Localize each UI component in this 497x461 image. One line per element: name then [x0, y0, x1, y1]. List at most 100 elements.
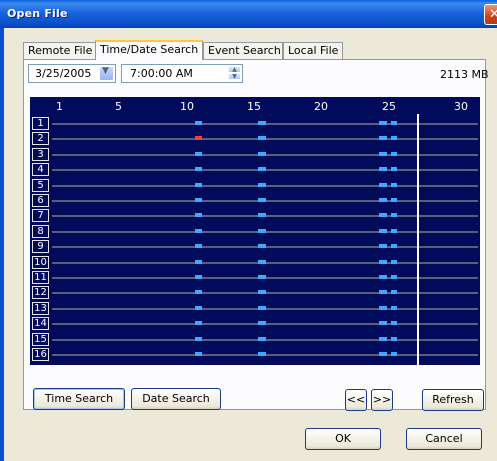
recording-mark[interactable] [379, 352, 387, 356]
recording-mark[interactable] [195, 244, 202, 249]
cancel-button[interactable]: Cancel [406, 428, 482, 450]
channel-row[interactable]: 11 [32, 271, 478, 284]
recording-mark[interactable] [195, 259, 202, 264]
recording-mark[interactable] [258, 198, 266, 202]
recording-mark[interactable] [258, 305, 266, 310]
channel-row[interactable]: 13 [32, 301, 478, 315]
channel-row[interactable]: 8 [32, 224, 478, 238]
recording-mark[interactable] [391, 182, 397, 187]
recording-mark[interactable] [379, 167, 387, 172]
recording-mark[interactable] [391, 275, 397, 279]
recording-mark[interactable] [379, 244, 387, 249]
channel-row[interactable]: 7 [32, 209, 478, 223]
recording-mark[interactable] [391, 228, 397, 233]
channel-row[interactable]: 3 [32, 147, 478, 161]
recording-mark[interactable] [379, 151, 387, 156]
recording-mark[interactable] [391, 151, 397, 156]
recording-mark[interactable] [258, 290, 266, 295]
recording-mark[interactable] [195, 182, 202, 187]
recording-mark[interactable] [379, 321, 387, 326]
refresh-button[interactable]: Refresh [422, 389, 484, 411]
recording-mark[interactable] [379, 336, 387, 341]
recording-mark[interactable] [391, 305, 397, 310]
recording-mark[interactable] [391, 213, 397, 218]
recording-mark[interactable] [195, 290, 202, 295]
close-button[interactable]: ✕ [484, 4, 497, 25]
recording-mark[interactable] [195, 198, 202, 202]
channel-row[interactable]: 14 [32, 317, 478, 331]
recording-mark[interactable] [391, 352, 397, 356]
recording-mark[interactable] [379, 290, 387, 295]
recording-mark[interactable] [258, 182, 266, 187]
recording-mark[interactable] [195, 213, 202, 218]
recording-mark[interactable] [258, 336, 266, 341]
channel-row[interactable]: 1 [32, 117, 478, 130]
tab-time-date-search[interactable]: Time/Date Search [95, 40, 203, 60]
recording-mark[interactable] [379, 305, 387, 310]
channel-row[interactable]: 16 [32, 348, 478, 361]
recording-mark[interactable] [391, 321, 397, 326]
tab-local-file[interactable]: Local File [283, 42, 343, 59]
time-cursor[interactable] [417, 114, 419, 365]
tab-event-search[interactable]: Event Search [203, 42, 283, 59]
recording-mark[interactable] [258, 321, 266, 326]
tab-remote-file[interactable]: Remote File [23, 42, 96, 59]
recording-mark[interactable] [379, 121, 387, 125]
channel-row[interactable]: 12 [32, 286, 478, 300]
time-field[interactable]: 7:00:00 AM ▲ ▼ [121, 64, 243, 83]
channel-row[interactable]: 6 [32, 194, 478, 207]
recording-mark[interactable] [195, 352, 202, 356]
channel-row[interactable]: 10 [32, 255, 478, 269]
channel-row[interactable]: 2 [32, 132, 478, 146]
recording-mark[interactable] [195, 167, 202, 172]
recording-mark[interactable] [195, 336, 202, 341]
recording-mark[interactable] [379, 198, 387, 202]
recording-mark[interactable] [391, 136, 397, 141]
chevron-down-icon[interactable]: ▼ [99, 66, 114, 81]
channel-row[interactable]: 5 [32, 178, 478, 192]
recording-mark[interactable] [379, 275, 387, 279]
title-bar[interactable]: Open File ✕ [0, 0, 497, 28]
recording-mark[interactable] [258, 151, 266, 156]
channel-row[interactable]: 15 [32, 332, 478, 346]
prev-button[interactable]: << [345, 389, 367, 411]
recording-mark[interactable] [195, 151, 202, 156]
spin-down-icon[interactable]: ▼ [228, 73, 241, 80]
recording-mark[interactable] [195, 121, 202, 125]
recording-mark[interactable] [391, 259, 397, 264]
recording-mark[interactable] [391, 244, 397, 249]
recording-mark[interactable] [195, 275, 202, 279]
alarm-recording-mark[interactable] [195, 136, 202, 141]
recording-mark[interactable] [258, 167, 266, 172]
recording-mark[interactable] [379, 228, 387, 233]
recording-mark[interactable] [195, 321, 202, 326]
recording-mark[interactable] [391, 121, 397, 125]
recording-mark[interactable] [258, 228, 266, 233]
recording-mark[interactable] [195, 228, 202, 233]
spin-up-icon[interactable]: ▲ [228, 66, 241, 73]
recording-mark[interactable] [391, 198, 397, 202]
recording-mark[interactable] [391, 290, 397, 295]
recording-mark[interactable] [258, 121, 266, 125]
channel-row[interactable]: 9 [32, 240, 478, 254]
recording-mark[interactable] [258, 275, 266, 279]
timeline-grid[interactable]: 1 5 10 15 20 25 30 1 2 3 4 5 6 7 8 9 10 11 12 13 14 15 16 [30, 97, 480, 365]
recording-mark[interactable] [379, 213, 387, 218]
recording-mark[interactable] [258, 352, 266, 356]
recording-mark[interactable] [379, 136, 387, 141]
date-search-button[interactable]: Date Search [131, 388, 221, 410]
next-button[interactable]: >> [371, 389, 393, 411]
recording-mark[interactable] [391, 336, 397, 341]
ok-button[interactable]: OK [305, 428, 381, 450]
recording-mark[interactable] [258, 244, 266, 249]
recording-mark[interactable] [391, 167, 397, 172]
recording-mark[interactable] [258, 213, 266, 218]
channel-row[interactable]: 4 [32, 163, 478, 177]
recording-mark[interactable] [195, 305, 202, 310]
time-search-button[interactable]: Time Search [33, 388, 125, 410]
recording-mark[interactable] [258, 136, 266, 141]
spin-icon[interactable]: ▲ ▼ [228, 66, 241, 81]
date-picker[interactable]: 3/25/2005 ▼ [28, 64, 116, 83]
recording-mark[interactable] [379, 259, 387, 264]
recording-mark[interactable] [258, 259, 266, 264]
